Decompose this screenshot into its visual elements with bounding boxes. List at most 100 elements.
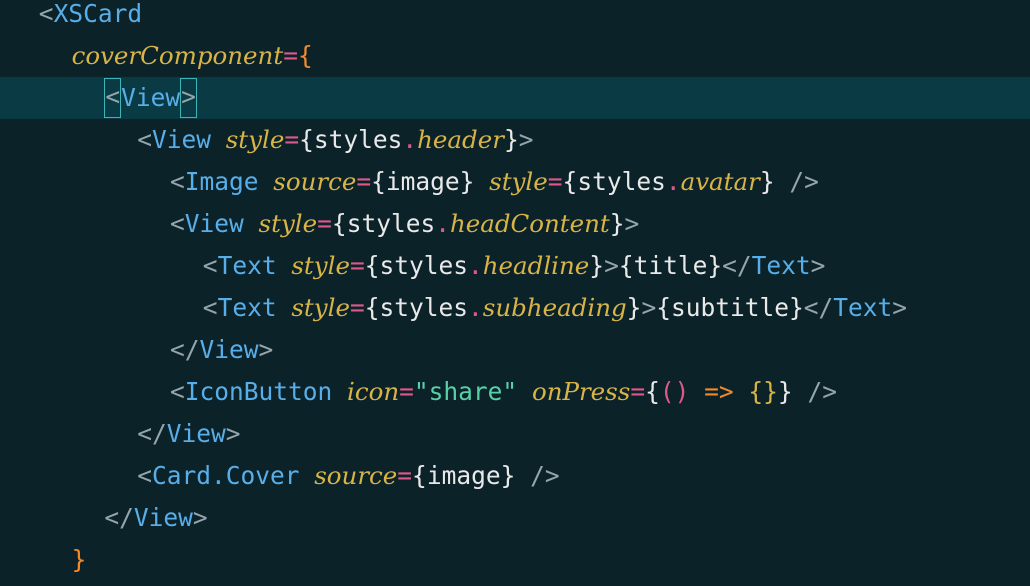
code-token-attr: onPress: [531, 377, 631, 406]
code-token-brace-orange: {: [297, 41, 313, 70]
code-token-dot: .: [665, 167, 681, 196]
code-token-ident: [277, 293, 292, 322]
code-token-eq: =: [317, 209, 332, 238]
code-token-brace: }: [589, 251, 605, 280]
code-token-punct: />: [789, 167, 819, 196]
code-token-ident: styles: [313, 125, 403, 154]
code-token-tag: View: [199, 335, 259, 364]
code-token-eq: =: [399, 377, 414, 406]
code-token-brace: {: [618, 251, 634, 280]
code-token-tag: Text: [217, 251, 277, 280]
code-token-prop: avatar: [680, 167, 760, 196]
code-line[interactable]: <View style={styles.header}>: [0, 119, 1030, 161]
code-token-brace: }: [503, 125, 519, 154]
code-token-brace: }: [707, 251, 723, 280]
code-token-brace: }: [759, 167, 775, 196]
code-token-punct: </: [803, 293, 834, 322]
code-token-attr: style: [291, 251, 350, 280]
code-token-punct: >: [641, 293, 657, 322]
code-line[interactable]: coverComponent={: [0, 35, 1030, 77]
code-token-attr: style: [291, 293, 350, 322]
code-token-attr: source: [314, 461, 398, 490]
code-token-brace: {: [371, 167, 386, 196]
code-token-dot: .: [468, 251, 483, 280]
code-token-prop: subheading: [482, 293, 627, 322]
code-token-punct: <: [137, 125, 152, 154]
code-line[interactable]: </View>: [0, 329, 1030, 371]
code-token-punct: </: [104, 503, 134, 532]
code-token-punct: <: [137, 461, 152, 490]
code-line[interactable]: <XSCard: [0, 0, 1030, 35]
code-token-brace: }: [788, 293, 804, 322]
code-token-ident: [211, 125, 226, 154]
code-token-attr: icon: [347, 377, 400, 406]
code-token-eq: =: [397, 461, 413, 490]
code-token-ident: [793, 377, 808, 406]
code-token-ident: [689, 377, 704, 406]
code-token-punct: >: [258, 335, 274, 364]
code-token-brace: }: [459, 167, 475, 196]
code-line[interactable]: </View>: [0, 497, 1030, 539]
code-line-active[interactable]: <View>: [0, 77, 1030, 119]
code-line[interactable]: <Text style={styles.subheading}>{subtitl…: [0, 287, 1030, 329]
code-token-eq: =: [349, 251, 365, 280]
code-line[interactable]: <View style={styles.headContent}>: [0, 203, 1030, 245]
code-token-punct: >: [518, 125, 534, 154]
code-token-brace: }: [626, 293, 642, 322]
code-token-brace: {: [331, 209, 347, 238]
code-token-tag: Card.Cover: [151, 461, 300, 490]
code-token-punct: >: [810, 251, 826, 280]
code-line[interactable]: }: [0, 539, 1030, 581]
code-token-tag: Image: [184, 167, 259, 196]
code-token-attr: coverComponent: [71, 41, 284, 70]
code-token-punct: >: [225, 419, 241, 448]
code-token-attr: source: [273, 167, 357, 196]
code-line[interactable]: <Card.Cover source={image} />: [0, 455, 1030, 497]
code-token-brace: }: [609, 209, 625, 238]
code-token-brace: {: [645, 377, 660, 406]
code-token-ident: image: [426, 461, 501, 490]
code-token-punct: >: [192, 503, 208, 532]
code-token-eq: =: [630, 377, 646, 406]
code-line[interactable]: </View>: [0, 413, 1030, 455]
code-token-ident: styles: [577, 167, 666, 196]
code-editor[interactable]: <XSCard coverComponent={<View> <View style…: [0, 0, 1030, 586]
code-line[interactable]: <IconButton icon="share" onPress={() => …: [0, 371, 1030, 413]
code-token-dot: .: [468, 293, 483, 322]
code-token-brace: }: [777, 377, 793, 406]
code-line[interactable]: <Text style={styles.headline}>{title}</T…: [0, 245, 1030, 287]
code-token-tag: Text: [217, 293, 277, 322]
code-token-prop: headContent: [449, 209, 610, 238]
code-token-string: "share": [413, 377, 518, 406]
code-token-brace: {: [364, 293, 380, 322]
code-token-eq: =: [547, 167, 563, 196]
code-token-tag: XSCard: [53, 0, 143, 28]
matched-bracket: >: [180, 78, 197, 118]
code-token-punct: <: [202, 251, 218, 280]
code-token-punct: <: [38, 0, 54, 28]
code-token-brace: {: [364, 251, 380, 280]
code-token-punct: </: [722, 251, 752, 280]
code-token-tag: View: [184, 209, 244, 238]
code-line[interactable]: <Image source={image} style={styles.avat…: [0, 161, 1030, 203]
code-token-tag: View: [151, 125, 211, 154]
code-token-prop: header: [417, 125, 504, 154]
code-token-brace: {: [299, 125, 314, 154]
code-token-punct: <: [170, 377, 185, 406]
code-token-ident: [332, 377, 347, 406]
code-token-punct: >: [624, 209, 640, 238]
code-token-tag: Text: [751, 251, 811, 280]
code-token-tag: Text: [833, 293, 893, 322]
code-token-ident: [775, 167, 790, 196]
code-token-punct: >: [892, 293, 908, 322]
code-token-punct: <: [202, 293, 218, 322]
code-token-paren: (): [659, 377, 690, 406]
code-token-punct: </: [137, 419, 167, 448]
code-token-brace-yellow: {}: [748, 377, 778, 406]
code-token-ident: styles: [379, 251, 468, 280]
code-token-ident: image: [385, 167, 460, 196]
code-token-dot: .: [402, 125, 418, 154]
code-token-eq: =: [349, 293, 365, 322]
code-token-tag: View: [166, 419, 226, 448]
code-token-brace-orange: }: [71, 545, 87, 574]
